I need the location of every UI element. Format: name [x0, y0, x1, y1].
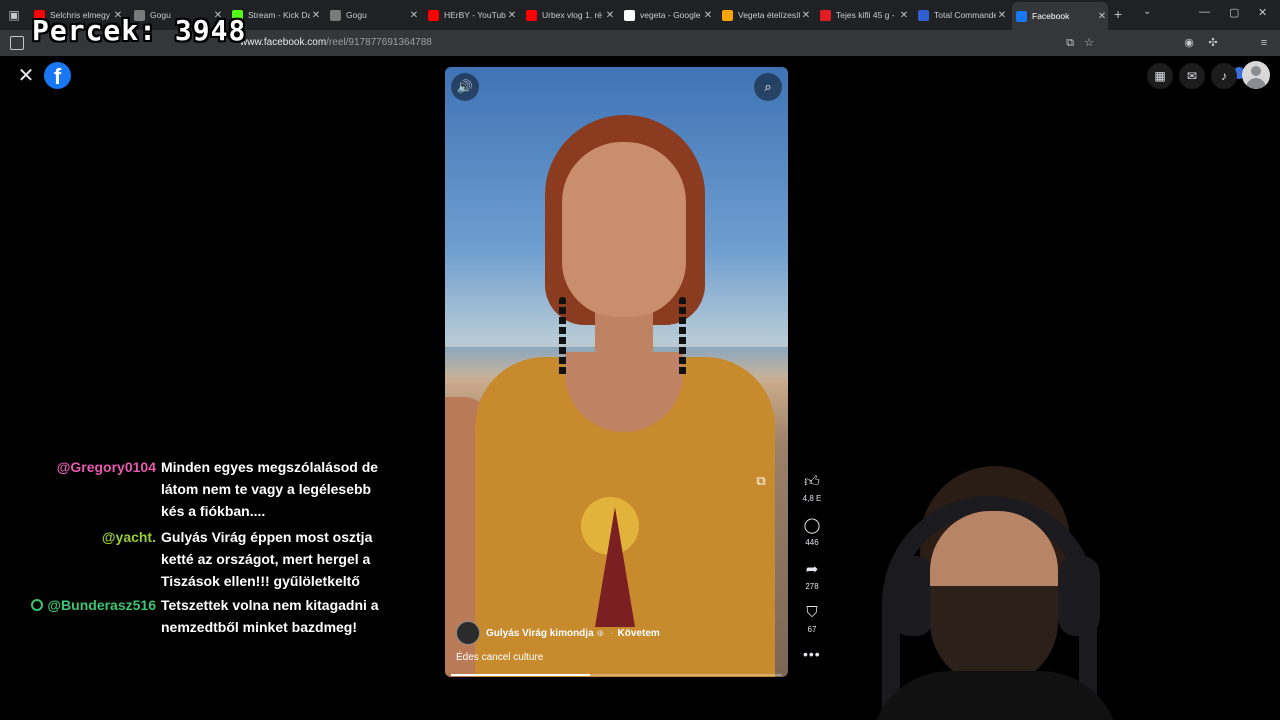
user-badge-icon: [31, 599, 44, 611]
stream-chat-overlay: @Gregory0104 Minden egyes megszólalásod d…: [0, 460, 400, 640]
new-tab-button[interactable]: +: [1114, 6, 1122, 22]
tab-close-icon[interactable]: ✕: [702, 10, 714, 21]
tab-close-icon[interactable]: ✕: [898, 10, 910, 21]
follow-button[interactable]: Követem: [618, 628, 660, 639]
tab-title: Total Commande: [934, 10, 996, 20]
tab-close-icon[interactable]: ✕: [1096, 11, 1108, 22]
browser-tab[interactable]: Urbex vlog 1. ré ✕: [522, 4, 616, 26]
comment-count: 446: [805, 538, 819, 547]
install-app-icon[interactable]: ⧉: [1063, 36, 1077, 50]
tab-favicon-icon: [526, 9, 537, 21]
chat-text: Tetszettek volna nem kitagadni a nemzedt…: [161, 597, 379, 635]
picture-in-picture-icon[interactable]: ⧉: [750, 470, 772, 492]
like-button[interactable]: 👍︎ 4,8 E: [797, 472, 827, 503]
share-button[interactable]: ➦ 278: [797, 560, 827, 591]
tab-close-icon[interactable]: ✕: [996, 10, 1008, 21]
address-bar[interactable]: www.facebook.com/reel/917877691364788: [240, 37, 432, 48]
facebook-logo[interactable]: f: [44, 62, 71, 89]
tab-title: Urbex vlog 1. ré: [542, 10, 602, 20]
browser-tab[interactable]: Tejes kifli 45 g - ✕: [816, 4, 910, 26]
chat-text: Minden egyes megszólalásod de látom nem …: [161, 460, 379, 519]
counter-label: Percek:: [32, 14, 158, 47]
thumbs-up-icon: 👍︎: [804, 473, 820, 490]
bookmark-icon: ⛉: [806, 604, 818, 621]
tab-title: Gogu: [346, 10, 367, 20]
notifications-bell-icon[interactable]: ♪: [1211, 63, 1237, 89]
share-count: 278: [805, 582, 819, 591]
tab-favicon-icon: [722, 9, 733, 21]
chat-username: @Bunderasz516: [31, 594, 156, 616]
volume-icon[interactable]: 🔊: [451, 73, 479, 101]
tab-close-icon[interactable]: ✕: [310, 10, 322, 21]
tab-close-icon[interactable]: ✕: [604, 10, 616, 21]
video-shirt-logo-triangle: [595, 507, 635, 627]
tab-title: Stream - Kick Da: [248, 10, 310, 20]
tab-title: Vegeta ételízesít: [738, 10, 800, 20]
tab-close-icon[interactable]: ✕: [800, 10, 812, 21]
url-path: /reel/917877691364788: [326, 37, 432, 48]
like-count: 4,8 E: [802, 494, 822, 503]
close-reel-icon[interactable]: ✕: [14, 64, 38, 88]
video-earring-left: [559, 297, 566, 377]
tab-list-chevron-icon[interactable]: ⌄: [1143, 6, 1151, 17]
tab-favicon-icon: [428, 9, 439, 21]
tab-close-icon[interactable]: ✕: [408, 10, 420, 21]
share-icon: ➦: [805, 561, 819, 578]
tab-favicon-icon: [1016, 10, 1027, 22]
bookmark-star-icon[interactable]: ☆: [1082, 36, 1096, 50]
tab-favicon-icon: [820, 9, 831, 21]
chat-username: @Gregory0104: [56, 460, 156, 475]
browser-tab[interactable]: Facebook ✕: [1012, 2, 1108, 30]
tab-favicon-icon: [918, 9, 929, 21]
tab-title: vegeta - Google: [640, 10, 701, 20]
account-avatar[interactable]: [1242, 61, 1270, 89]
video-earring-right: [679, 297, 686, 377]
tab-favicon-icon: [330, 9, 341, 21]
browser-tab[interactable]: Vegeta ételízesít ✕: [718, 4, 812, 26]
counter-value: 3948: [174, 14, 247, 47]
reel-author-row: Gulyás Virág kimondja ⊕ · Követem: [456, 621, 660, 645]
browser-tab[interactable]: HErBY - YouTube ✕: [424, 4, 518, 26]
url-host: www.facebook.com: [240, 37, 327, 48]
author-name[interactable]: Gulyás Virág kimondja: [486, 628, 594, 639]
audience-globe-icon: ⊕: [596, 627, 605, 638]
extensions-puzzle-icon[interactable]: ✣: [1206, 36, 1220, 50]
video-progress-fill: [451, 674, 591, 676]
messenger-icon[interactable]: ✉: [1179, 63, 1205, 89]
tab-close-icon[interactable]: ✕: [506, 10, 518, 21]
chat-text: Gulyás Virág éppen most osztja ketté az …: [161, 529, 373, 589]
search-icon[interactable]: ⌕: [754, 73, 782, 101]
separator-dot: ·: [610, 627, 614, 639]
sidebar-toggle-icon[interactable]: [10, 36, 24, 50]
minimize-button[interactable]: —: [1199, 6, 1210, 18]
tab-title: HErBY - YouTube: [444, 10, 506, 20]
tab-search-icon[interactable]: ▣: [6, 7, 22, 23]
comment-button[interactable]: ◯ 446: [797, 516, 827, 547]
author-avatar[interactable]: [456, 621, 480, 645]
profile-icon[interactable]: ◉: [1182, 36, 1196, 50]
close-window-button[interactable]: ✕: [1258, 6, 1267, 19]
restore-button[interactable]: ▢: [1229, 6, 1239, 19]
tab-favicon-icon: [624, 9, 635, 21]
reel-video[interactable]: 🔊 ⌕ ⧉ Gulyás Virág kimondja ⊕ · Követem …: [445, 67, 788, 677]
browser-tab[interactable]: vegeta - Google ✕: [620, 4, 714, 26]
browser-menu-icon[interactable]: ≡: [1257, 36, 1271, 50]
save-count: 67: [807, 625, 817, 634]
video-progress-bar[interactable]: [451, 674, 782, 676]
browser-tab[interactable]: Total Commande ✕: [914, 4, 1008, 26]
reel-caption: Édes cancel culture: [456, 652, 544, 663]
streamer-webcam: [830, 466, 1160, 720]
save-button[interactable]: ⛉ 67: [797, 603, 827, 634]
chat-username: @yacht.: [101, 529, 156, 545]
apps-grid-icon[interactable]: ▦: [1147, 63, 1173, 89]
more-options-icon[interactable]: •••: [803, 646, 821, 662]
tab-title: Tejes kifli 45 g -: [836, 10, 895, 20]
comment-icon: ◯: [803, 517, 821, 534]
stream-counter: Percek: 3948: [32, 14, 246, 47]
video-person-face: [562, 142, 686, 317]
browser-tab[interactable]: Gogu ✕: [326, 4, 420, 26]
tab-title: Facebook: [1032, 11, 1070, 21]
